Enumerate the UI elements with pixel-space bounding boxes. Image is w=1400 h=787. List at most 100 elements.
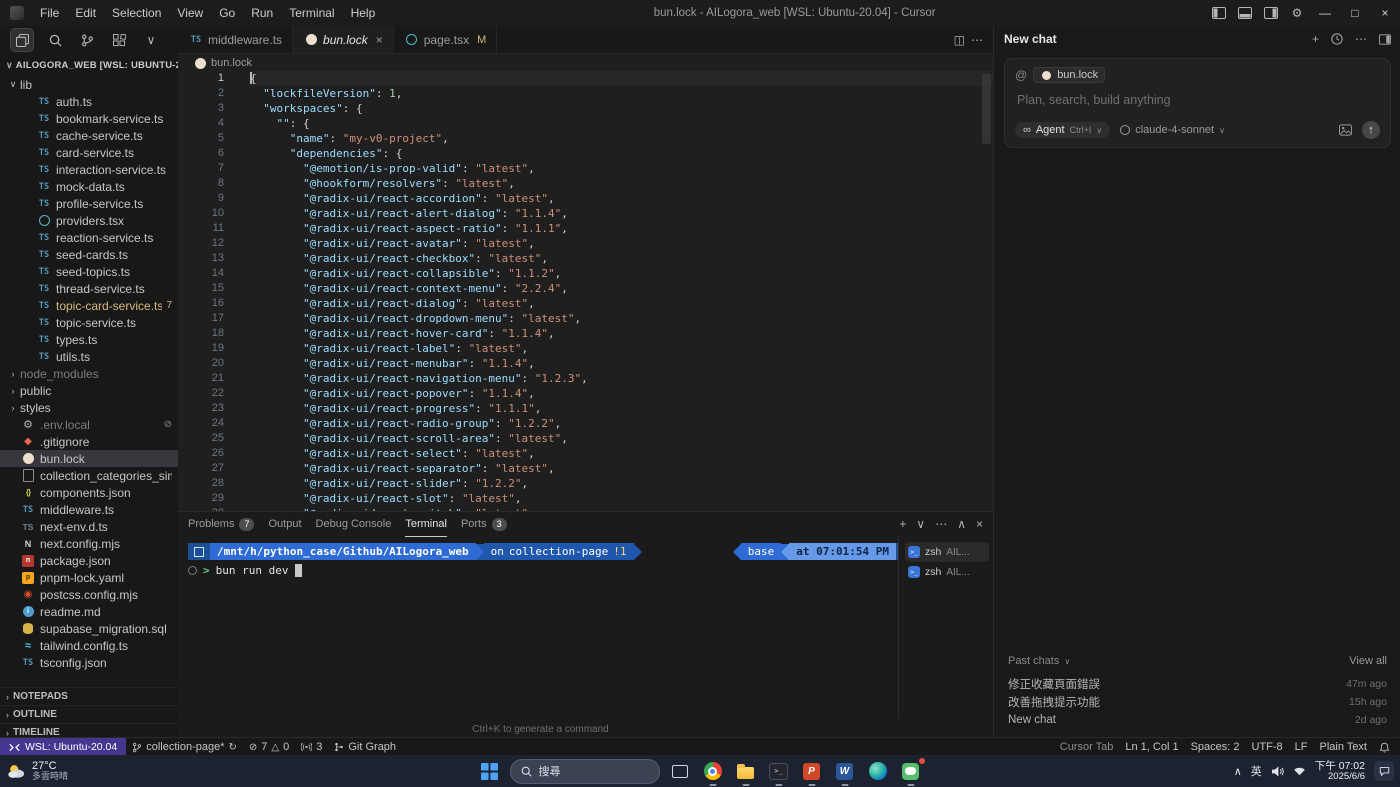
tree-item-node-modules[interactable]: ›node_modules: [0, 365, 178, 382]
tray-expand-icon[interactable]: ∧: [1234, 765, 1242, 778]
mention-icon[interactable]: @: [1015, 68, 1027, 82]
status-plain-text[interactable]: Plain Text: [1314, 738, 1374, 756]
terminal-dropdown-icon[interactable]: ∨: [916, 517, 925, 531]
tree-item-cache-service-ts[interactable]: TScache-service.ts: [0, 127, 178, 144]
tree-item-lib[interactable]: ∨lib: [0, 76, 178, 93]
extensions-icon[interactable]: [108, 29, 130, 51]
tree-item-next-env-d-ts[interactable]: TSnext-env.d.ts: [0, 518, 178, 535]
layout-sidebar-icon[interactable]: [1206, 0, 1232, 26]
attach-image-icon[interactable]: [1339, 124, 1352, 136]
problems-indicator[interactable]: ⊘7 △0: [243, 738, 295, 756]
tree-item-next-config-mjs[interactable]: Nnext.config.mjs: [0, 535, 178, 552]
terminal-tab-1[interactable]: >_zshAIL...: [905, 542, 989, 562]
maximize-button[interactable]: □: [1340, 0, 1370, 26]
tree-item-seed-cards-ts[interactable]: TSseed-cards.ts: [0, 246, 178, 263]
past-chats-label[interactable]: Past chats: [1008, 655, 1059, 667]
agent-mode-selector[interactable]: ∞ Agent Ctrl+I ∨: [1015, 122, 1110, 138]
tree-item-middleware-ts[interactable]: TSmiddleware.ts: [0, 501, 178, 518]
search-icon[interactable]: [44, 29, 66, 51]
chat-input-placeholder[interactable]: Plan, search, build anything: [1017, 93, 1380, 107]
status-lf[interactable]: LF: [1289, 738, 1314, 756]
tree-item-readme-md[interactable]: ireadme.md: [0, 603, 178, 620]
tree-item-public[interactable]: ›public: [0, 382, 178, 399]
code-editor[interactable]: 1234567891011121314151617181920212223242…: [178, 71, 993, 512]
explorer-project-header[interactable]: ∨ AILOGORA_WEB [WSL: UBUNTU-20.04]: [0, 54, 178, 76]
source-control-icon[interactable]: [76, 29, 98, 51]
sidebar-section-outline[interactable]: ›OUTLINE: [0, 706, 178, 724]
tree-item-interaction-service-ts[interactable]: TSinteraction-service.ts: [0, 161, 178, 178]
tree-item-pnpm-lock-yaml[interactable]: ppnpm-lock.yaml: [0, 569, 178, 586]
terminal[interactable]: /mnt/h/python_case/Github/AILogora_web o…: [178, 536, 898, 719]
tree-item-seed-topics-ts[interactable]: TSseed-topics.ts: [0, 263, 178, 280]
git-branch-indicator[interactable]: collection-page* ↻: [126, 738, 243, 756]
model-selector[interactable]: claude-4-sonnet ∨: [1120, 124, 1225, 136]
tree-item-components-json[interactable]: {}components.json: [0, 484, 178, 501]
chat-input-card[interactable]: @ bun.lock Plan, search, build anything …: [1004, 58, 1391, 148]
editor-scrollbar[interactable]: [982, 74, 991, 144]
tray-clock[interactable]: 下午 07:02 2025/6/6: [1315, 760, 1365, 783]
tree-item-profile-service-ts[interactable]: TSprofile-service.ts: [0, 195, 178, 212]
tree-item-bun-lock[interactable]: bun.lock: [0, 450, 178, 467]
tree-item-postcss-config-mjs[interactable]: ◉postcss.config.mjs: [0, 586, 178, 603]
weather-widget[interactable]: 27°C 多雲時晴: [6, 755, 68, 787]
files-icon[interactable]: [10, 28, 34, 52]
new-terminal-icon[interactable]: +: [899, 517, 906, 531]
file-explorer-icon[interactable]: [733, 758, 759, 784]
tab-bun-lock[interactable]: bun.lock×: [293, 26, 394, 53]
minimize-button[interactable]: —: [1310, 0, 1340, 26]
sidebar-section-timeline[interactable]: ›TIMELINE: [0, 724, 178, 737]
chat-more-icon[interactable]: ⋯: [1355, 32, 1367, 46]
chrome-icon[interactable]: [700, 758, 726, 784]
notification-center-icon[interactable]: [1374, 761, 1394, 781]
settings-gear-icon[interactable]: ⚙: [1284, 0, 1310, 26]
past-chat-item[interactable]: 修正收藏頁面錯誤47m ago: [1008, 675, 1387, 693]
terminal-icon[interactable]: >_: [766, 758, 792, 784]
menu-help[interactable]: Help: [343, 0, 384, 26]
tree-item-types-ts[interactable]: TStypes.ts: [0, 331, 178, 348]
menu-file[interactable]: File: [32, 0, 67, 26]
terminal-command-line[interactable]: > bun run dev: [188, 562, 898, 579]
powerpoint-icon[interactable]: P: [799, 758, 825, 784]
tree-item-package-json[interactable]: npackage.json: [0, 552, 178, 569]
taskbar-search-input[interactable]: 搜尋: [510, 759, 660, 784]
tree-item-topic-card-service-ts[interactable]: TStopic-card-service.ts7: [0, 297, 178, 314]
chat-layout-icon[interactable]: [1379, 34, 1391, 45]
tree-item-reaction-service-ts[interactable]: TSreaction-service.ts: [0, 229, 178, 246]
menu-terminal[interactable]: Terminal: [281, 0, 342, 26]
tree-item--env-local[interactable]: ⚙.env.local⊘: [0, 416, 178, 433]
menu-run[interactable]: Run: [243, 0, 281, 26]
tree-item-auth-ts[interactable]: TSauth.ts: [0, 93, 178, 110]
menu-go[interactable]: Go: [211, 0, 243, 26]
panel-tab-problems[interactable]: Problems7: [188, 512, 254, 537]
past-chat-item[interactable]: 改善拖拽提示功能15h ago: [1008, 693, 1387, 711]
tree-item-bookmark-service-ts[interactable]: TSbookmark-service.ts: [0, 110, 178, 127]
ports-indicator[interactable]: 3: [295, 738, 328, 756]
send-button[interactable]: ↑: [1362, 121, 1380, 139]
tree-item-thread-service-ts[interactable]: TSthread-service.ts: [0, 280, 178, 297]
close-window-button[interactable]: ×: [1370, 0, 1400, 26]
git-graph-button[interactable]: Git Graph: [328, 738, 402, 756]
ime-language-indicator[interactable]: 英: [1251, 763, 1262, 779]
notifications-bell-icon[interactable]: [1373, 738, 1400, 756]
chevron-down-icon[interactable]: ∨: [140, 29, 162, 51]
layout-secondary-sidebar-icon[interactable]: [1258, 0, 1284, 26]
panel-maximize-icon[interactable]: ∧: [957, 517, 966, 531]
split-editor-icon[interactable]: ◫: [954, 33, 965, 47]
menu-selection[interactable]: Selection: [104, 0, 169, 26]
panel-more-icon[interactable]: ⋯: [935, 517, 947, 531]
tree-item-mock-data-ts[interactable]: TSmock-data.ts: [0, 178, 178, 195]
close-tab-icon[interactable]: ×: [376, 33, 383, 47]
status-spaces-2[interactable]: Spaces: 2: [1185, 738, 1246, 756]
remote-indicator[interactable]: WSL: Ubuntu-20.04: [0, 738, 126, 756]
past-chat-item[interactable]: New chat2d ago: [1008, 711, 1387, 729]
panel-tab-terminal[interactable]: Terminal: [405, 512, 447, 537]
tree-item-collection-categories-simpl-[interactable]: collection_categories_simpl...: [0, 467, 178, 484]
tree-item-card-service-ts[interactable]: TScard-service.ts: [0, 144, 178, 161]
network-wifi-icon[interactable]: [1293, 766, 1306, 776]
context-chip-bun-lock[interactable]: bun.lock: [1033, 67, 1105, 83]
status-cursor-tab[interactable]: Cursor Tab: [1054, 738, 1120, 756]
tree-item--gitignore[interactable]: ◆.gitignore: [0, 433, 178, 450]
task-view-icon[interactable]: [667, 758, 693, 784]
tab-middleware-ts[interactable]: TSmiddleware.ts: [178, 26, 293, 53]
panel-tab-debug-console[interactable]: Debug Console: [316, 512, 392, 537]
